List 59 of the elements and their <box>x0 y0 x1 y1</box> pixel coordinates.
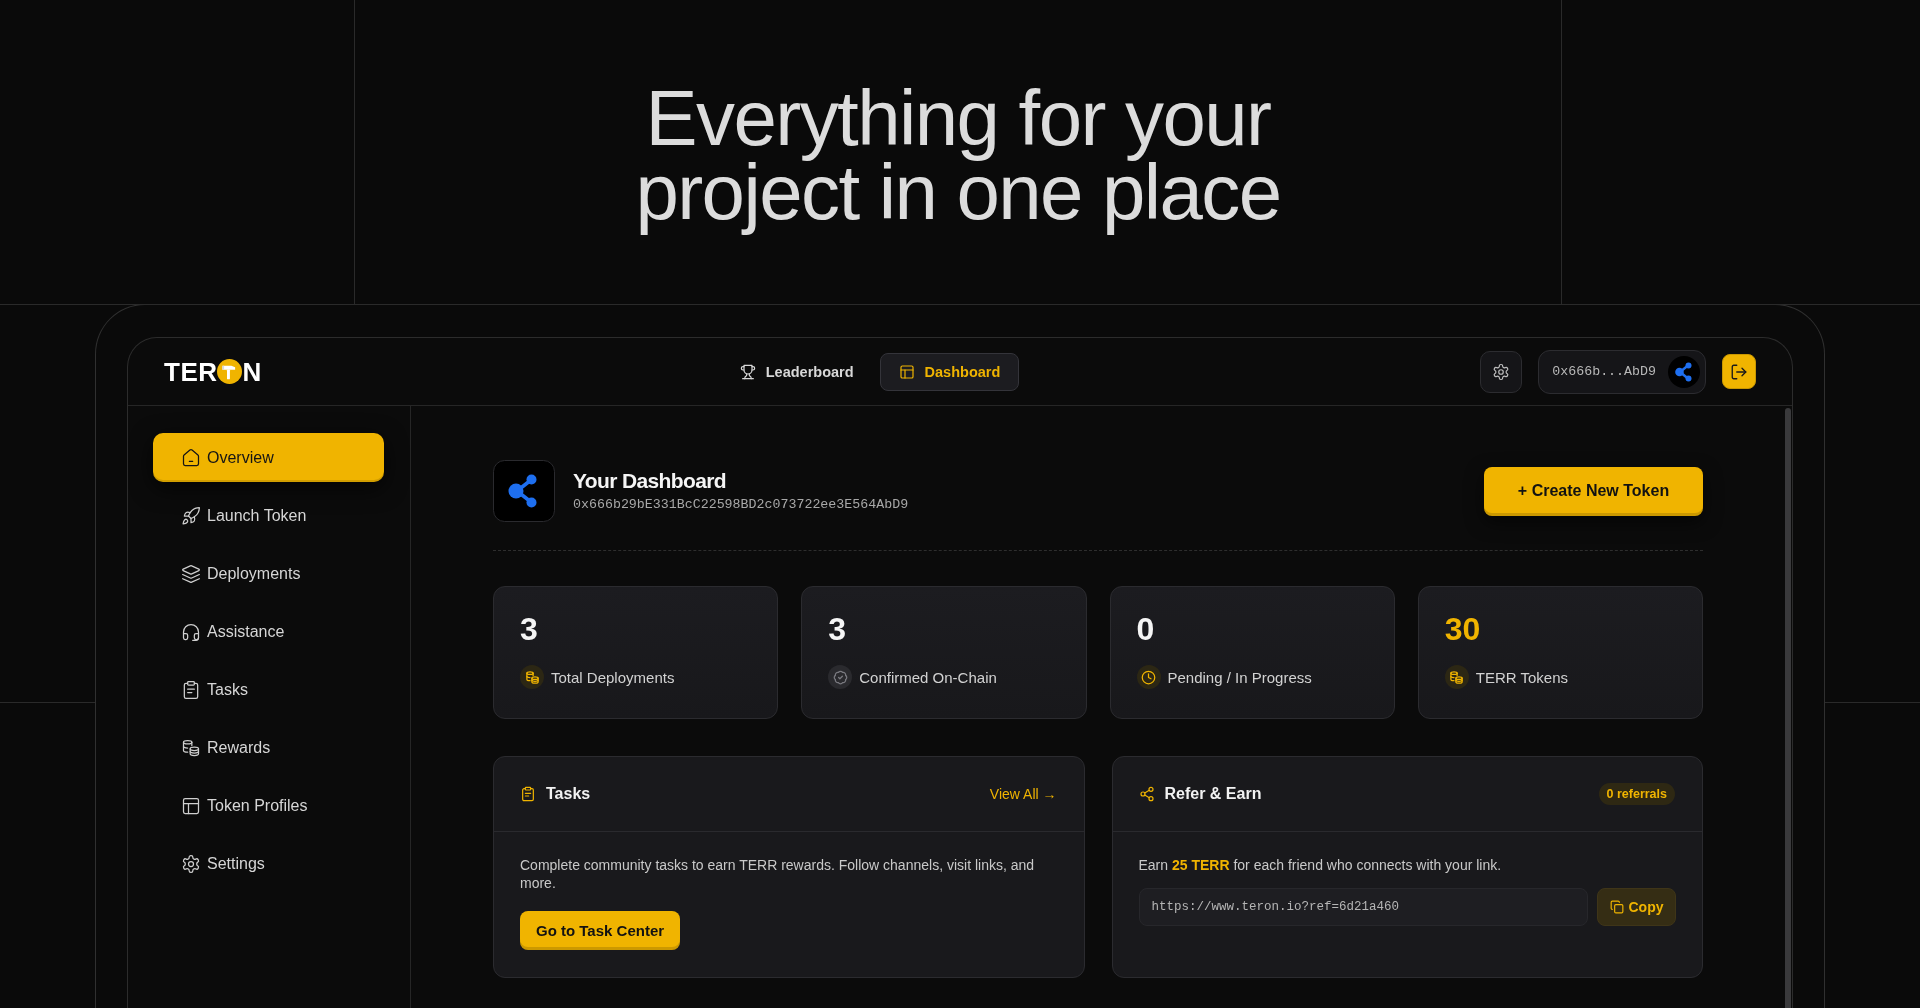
stat-label: TERR Tokens <box>1475 668 1568 686</box>
layout-icon <box>181 795 201 816</box>
settings-button[interactable] <box>1480 350 1523 393</box>
nav-tab[interactable]: Dashboard <box>879 352 1020 391</box>
referrals-badge: 0 referrals <box>1598 783 1675 805</box>
stat-value: 0 <box>1136 610 1155 648</box>
check-badge-icon <box>828 665 853 689</box>
sidebar-item[interactable]: Tasks <box>153 665 384 714</box>
wallet-button[interactable]: 0x666b...AbD9 <box>1538 349 1706 394</box>
hammer-icon <box>216 359 242 384</box>
referral-link-field[interactable]: https://www.teron.io?ref=6d21a460 <box>1138 888 1588 926</box>
copy-button[interactable]: Copy <box>1597 888 1676 926</box>
gear-icon <box>1492 362 1511 381</box>
sidebar-item[interactable]: Overview <box>153 433 384 482</box>
stat-value: 3 <box>828 610 847 648</box>
layout-icon <box>898 363 915 380</box>
create-token-button[interactable]: + Create New Token <box>1484 466 1703 516</box>
stat-label: Confirmed On-Chain <box>859 668 997 686</box>
logo-text: TER <box>164 356 218 387</box>
clipboard-icon <box>181 679 201 700</box>
sidebar-item[interactable]: Settings <box>153 839 384 888</box>
task-center-button[interactable]: Go to Task Center <box>520 911 681 950</box>
copy-icon <box>1609 900 1624 914</box>
stat-value: 3 <box>520 610 538 648</box>
tasks-description: Complete community tasks to earn TERR rewards. Follow channels, visit links, and more. <box>520 856 1036 892</box>
view-all-link[interactable]: View All → <box>989 786 1057 802</box>
scrollbar[interactable] <box>1785 408 1791 1008</box>
panel-title: Tasks <box>546 785 591 803</box>
clipboard-icon <box>520 786 536 802</box>
network-icon <box>493 460 555 522</box>
headset-icon <box>181 621 201 642</box>
logo-text: N <box>242 356 262 387</box>
logout-button[interactable] <box>1722 354 1756 389</box>
headline: Everything for your project in one place <box>634 73 1282 238</box>
coins-icon <box>1444 665 1469 689</box>
gear-icon <box>181 853 201 874</box>
home-icon <box>181 447 201 468</box>
logout-icon <box>1730 362 1748 381</box>
stat-value: 30 <box>1444 610 1481 648</box>
share-icon <box>1138 786 1155 802</box>
nav-tab[interactable]: Leaderboard <box>722 352 871 391</box>
sidebar-item[interactable]: Deployments <box>153 549 384 598</box>
sidebar-item[interactable]: Launch Token <box>153 491 384 540</box>
layers-icon <box>181 563 201 584</box>
panel-title: Refer & Earn <box>1164 785 1262 803</box>
coins-icon <box>520 665 544 689</box>
sidebar-item[interactable]: Rewards <box>153 723 384 772</box>
rocket-icon <box>181 505 201 526</box>
wallet-address: 0x666b29bE331BcC22598BD2c073722ee3E564AbD9 <box>573 497 909 513</box>
stat-label: Pending / In Progress <box>1167 668 1312 686</box>
network-icon <box>1668 355 1700 388</box>
clock-icon <box>1136 665 1161 689</box>
sidebar-item[interactable]: Assistance <box>153 607 384 656</box>
coins-icon <box>181 737 201 758</box>
sidebar-item[interactable]: Token Profiles <box>153 781 384 830</box>
stat-label: Total Deployments <box>551 668 675 686</box>
refer-description: Earn 25 TERR for each friend who connects with your link. <box>1138 856 1503 874</box>
dashboard-title: Your Dashboard <box>573 469 726 493</box>
trophy-icon <box>739 363 756 380</box>
